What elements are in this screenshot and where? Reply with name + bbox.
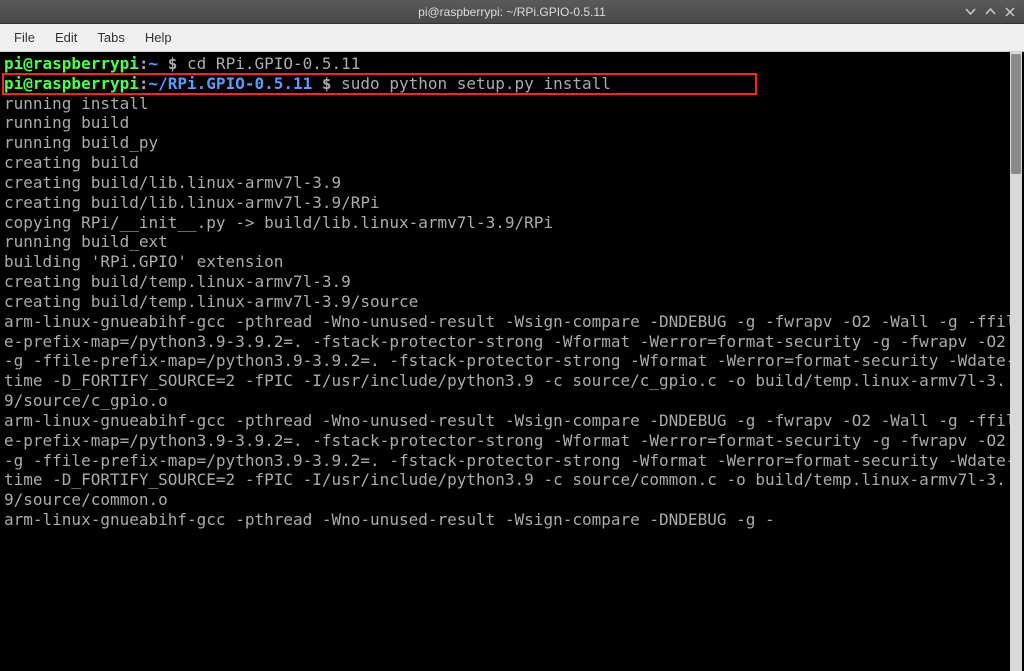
scrollbar-thumb[interactable] (1011, 54, 1021, 174)
terminal-output-line: creating build/temp.linux-armv7l-3.9/sou… (4, 292, 1020, 312)
prompt-path: ~/RPi.GPIO-0.5.11 (149, 74, 322, 93)
terminal-output-line: arm-linux-gnueabihf-gcc -pthread -Wno-un… (4, 312, 1020, 411)
terminal-output-line: creating build/lib.linux-armv7l-3.9/RPi (4, 193, 1020, 213)
terminal-output-line: creating build/temp.linux-armv7l-3.9 (4, 272, 1020, 292)
terminal-output-line: creating build/lib.linux-armv7l-3.9 (4, 173, 1020, 193)
prompt-dollar: $ (322, 74, 341, 93)
minimize-icon[interactable] (964, 6, 976, 18)
command-text: sudo python setup.py install (341, 74, 611, 93)
prompt-user: pi@raspberrypi (4, 74, 139, 93)
menu-bar: File Edit Tabs Help (0, 24, 1024, 52)
terminal-output-line: arm-linux-gnueabihf-gcc -pthread -Wno-un… (4, 510, 1020, 530)
command-text: cd RPi.GPIO-0.5.11 (187, 54, 360, 73)
terminal-output-line: running build_ext (4, 232, 1020, 252)
window-controls (964, 6, 1016, 18)
window-title: pi@raspberrypi: ~/RPi.GPIO-0.5.11 (418, 5, 606, 19)
window-titlebar: pi@raspberrypi: ~/RPi.GPIO-0.5.11 (0, 0, 1024, 24)
terminal-output-line: building 'RPi.GPIO' extension (4, 252, 1020, 272)
terminal-content[interactable]: pi@raspberrypi:~ $ cd RPi.GPIO-0.5.11 pi@… (0, 52, 1024, 671)
prompt-colon: : (139, 74, 149, 93)
scrollbar[interactable] (1010, 52, 1022, 671)
terminal-output-line: running build (4, 113, 1020, 133)
menu-help[interactable]: Help (137, 26, 180, 49)
prompt-colon: : (139, 54, 149, 73)
terminal-output-line: creating build (4, 153, 1020, 173)
terminal-output-line: arm-linux-gnueabihf-gcc -pthread -Wno-un… (4, 411, 1020, 510)
terminal-output-line: copying RPi/__init__.py -> build/lib.lin… (4, 213, 1020, 233)
menu-tabs[interactable]: Tabs (89, 26, 132, 49)
terminal-output-line: running build_py (4, 133, 1020, 153)
terminal-output-line: running install (4, 94, 1020, 114)
maximize-icon[interactable] (984, 6, 996, 18)
menu-file[interactable]: File (6, 26, 43, 49)
prompt-dollar: $ (168, 54, 187, 73)
menu-edit[interactable]: Edit (47, 26, 85, 49)
prompt-path: ~ (149, 54, 168, 73)
prompt-user: pi@raspberrypi (4, 54, 139, 73)
close-icon[interactable] (1004, 6, 1016, 18)
